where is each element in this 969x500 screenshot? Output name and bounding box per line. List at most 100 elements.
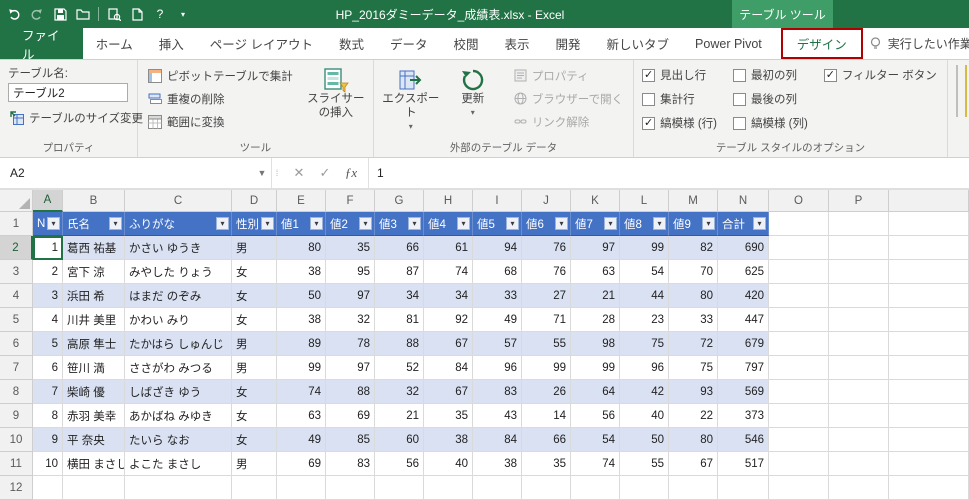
cell[interactable] xyxy=(769,236,829,260)
cell[interactable]: たかはら しゅんじ xyxy=(125,332,232,356)
name-box[interactable]: A2 ▼ xyxy=(0,158,272,188)
cell[interactable]: 83 xyxy=(473,380,522,404)
cell[interactable]: 72 xyxy=(669,332,718,356)
cell[interactable]: 63 xyxy=(277,404,326,428)
cell[interactable]: 74 xyxy=(424,260,473,284)
cell[interactable] xyxy=(829,308,889,332)
cell[interactable]: 80 xyxy=(277,236,326,260)
column-header-H[interactable]: H xyxy=(424,190,473,212)
tab-formulas[interactable]: 数式 xyxy=(326,28,377,59)
cell[interactable]: 99 xyxy=(620,236,669,260)
cell[interactable]: 10 xyxy=(33,452,63,476)
column-header-B[interactable]: B xyxy=(63,190,125,212)
cell[interactable]: しばざき ゆう xyxy=(125,380,232,404)
cell[interactable]: 89 xyxy=(277,332,326,356)
cell[interactable] xyxy=(424,476,473,500)
convert-to-range-button[interactable]: 範囲に変換 xyxy=(144,110,297,133)
column-header-G[interactable]: G xyxy=(375,190,424,212)
cell[interactable]: 柴崎 優 xyxy=(63,380,125,404)
cell[interactable] xyxy=(889,212,969,236)
open-folder-icon[interactable] xyxy=(75,6,91,22)
cell[interactable]: 38 xyxy=(277,308,326,332)
cell[interactable]: あかばね みゆき xyxy=(125,404,232,428)
cell[interactable]: 女 xyxy=(232,284,277,308)
export-dropdown-icon[interactable]: ▾ xyxy=(409,123,413,131)
table-header-cell[interactable]: 値2▾ xyxy=(326,212,375,236)
cell[interactable] xyxy=(620,476,669,500)
cell[interactable] xyxy=(829,284,889,308)
cell[interactable] xyxy=(829,404,889,428)
cell[interactable]: 35 xyxy=(424,404,473,428)
cell[interactable]: 420 xyxy=(718,284,769,308)
tab-insert[interactable]: 挿入 xyxy=(146,28,197,59)
cell[interactable]: かわい みり xyxy=(125,308,232,332)
table-name-input[interactable]: テーブル2 xyxy=(8,83,128,102)
cell[interactable]: 96 xyxy=(620,356,669,380)
cell[interactable]: 66 xyxy=(375,236,424,260)
cell[interactable]: 35 xyxy=(326,236,375,260)
cell[interactable]: 宮下 涼 xyxy=(63,260,125,284)
cell[interactable]: 69 xyxy=(326,404,375,428)
new-document-icon[interactable] xyxy=(129,6,145,22)
row-header-9[interactable]: 9 xyxy=(0,404,33,428)
cell[interactable]: 85 xyxy=(326,428,375,452)
cell[interactable]: 63 xyxy=(571,260,620,284)
cell[interactable]: 28 xyxy=(571,308,620,332)
cell[interactable] xyxy=(769,260,829,284)
cell[interactable] xyxy=(769,284,829,308)
cell[interactable]: 88 xyxy=(375,332,424,356)
cell[interactable]: 625 xyxy=(718,260,769,284)
cell[interactable]: 55 xyxy=(522,332,571,356)
filter-dropdown-icon[interactable]: ▾ xyxy=(457,217,470,230)
filter-dropdown-icon[interactable]: ▾ xyxy=(47,217,60,230)
cell[interactable]: 71 xyxy=(522,308,571,332)
cell[interactable]: 76 xyxy=(522,260,571,284)
column-header-O[interactable]: O xyxy=(769,190,829,212)
cell[interactable] xyxy=(375,476,424,500)
cell[interactable] xyxy=(769,428,829,452)
cell[interactable] xyxy=(829,332,889,356)
cell[interactable]: 50 xyxy=(620,428,669,452)
cell[interactable]: 67 xyxy=(424,332,473,356)
cell[interactable]: 75 xyxy=(620,332,669,356)
cell[interactable]: 81 xyxy=(375,308,424,332)
cell[interactable] xyxy=(769,404,829,428)
cell[interactable] xyxy=(889,308,969,332)
cell[interactable]: 浜田 希 xyxy=(63,284,125,308)
column-header-K[interactable]: K xyxy=(571,190,620,212)
cell[interactable]: 690 xyxy=(718,236,769,260)
cell[interactable]: 76 xyxy=(522,236,571,260)
cell[interactable] xyxy=(889,452,969,476)
cell[interactable]: ささがわ みつる xyxy=(125,356,232,380)
cell[interactable]: 女 xyxy=(232,260,277,284)
cell[interactable]: 50 xyxy=(277,284,326,308)
cell[interactable] xyxy=(326,476,375,500)
cell[interactable]: 70 xyxy=(669,260,718,284)
table-header-cell[interactable]: ふりがな▾ xyxy=(125,212,232,236)
cell[interactable]: 42 xyxy=(620,380,669,404)
cell[interactable]: 74 xyxy=(571,452,620,476)
cell[interactable]: 68 xyxy=(473,260,522,284)
cell[interactable]: 67 xyxy=(424,380,473,404)
confirm-entry-icon[interactable]: ✓ xyxy=(314,165,336,181)
cell[interactable]: 93 xyxy=(669,380,718,404)
cell[interactable]: 14 xyxy=(522,404,571,428)
cell[interactable]: 447 xyxy=(718,308,769,332)
cell[interactable]: 43 xyxy=(473,404,522,428)
tab-home[interactable]: ホーム xyxy=(83,28,146,59)
cell[interactable] xyxy=(829,380,889,404)
cell[interactable] xyxy=(829,356,889,380)
cell[interactable]: 女 xyxy=(232,380,277,404)
table-header-cell[interactable]: No▾ xyxy=(33,212,63,236)
filter-dropdown-icon[interactable]: ▾ xyxy=(109,217,122,230)
table-header-cell[interactable]: 値7▾ xyxy=(571,212,620,236)
cell[interactable] xyxy=(889,284,969,308)
cell[interactable] xyxy=(769,476,829,500)
cell[interactable] xyxy=(829,260,889,284)
cell[interactable]: 34 xyxy=(375,284,424,308)
cell[interactable]: 75 xyxy=(669,356,718,380)
cell[interactable]: 5 xyxy=(33,332,63,356)
cell[interactable] xyxy=(522,476,571,500)
cell[interactable]: 84 xyxy=(473,428,522,452)
cell[interactable]: 32 xyxy=(326,308,375,332)
